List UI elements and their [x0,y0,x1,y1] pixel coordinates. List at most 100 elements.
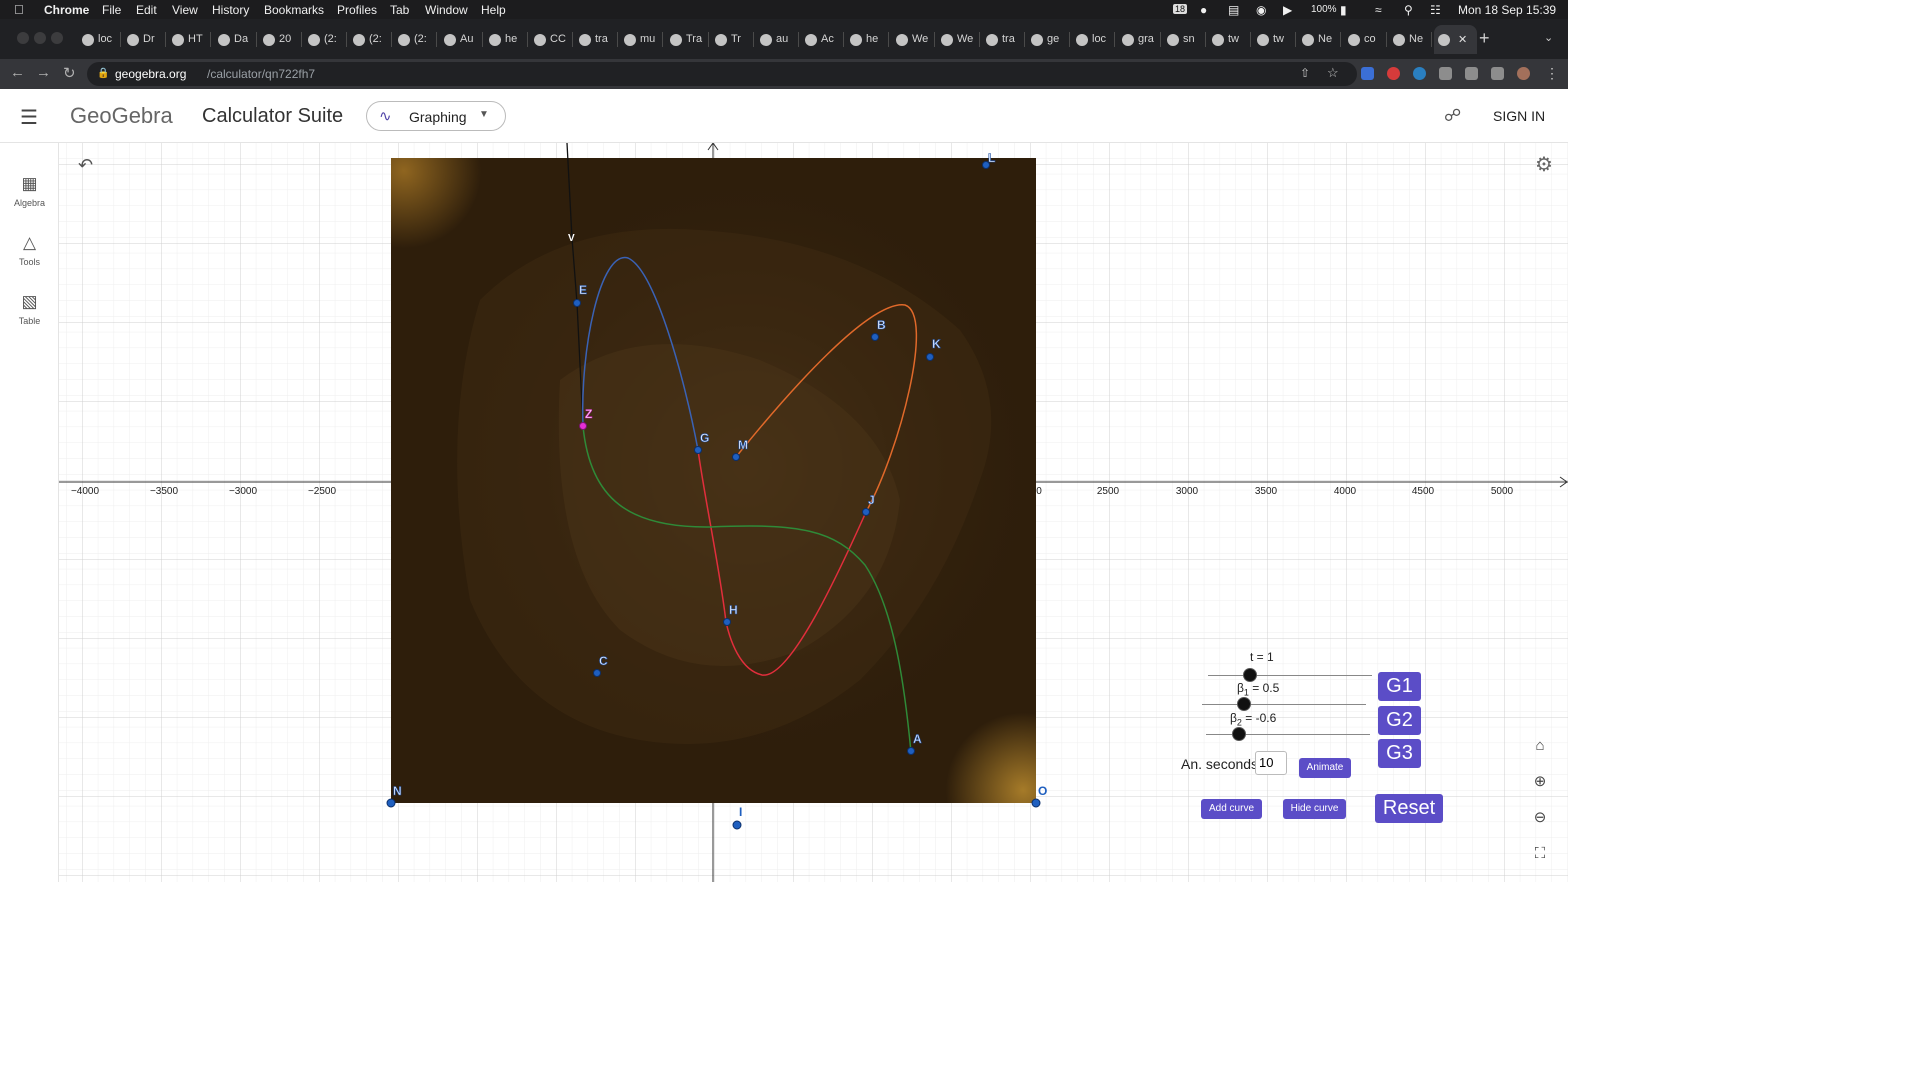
beta2-slider-track[interactable] [1206,734,1370,735]
browser-tab[interactable]: ✕ [1434,25,1477,54]
menubar-tab[interactable]: Tab [390,3,409,17]
fullscreen-icon[interactable]: ⛶ [1527,845,1553,862]
point-i[interactable] [732,820,742,830]
menubar-bookmarks[interactable]: Bookmarks [264,3,324,17]
geogebra-logo[interactable]: GeoGebra [70,103,173,129]
browser-tab[interactable]: tra [575,25,618,54]
undo-icon[interactable]: ↶ [78,155,93,176]
browser-tab[interactable]: Au [440,25,483,54]
play-status-icon[interactable]: ▶ [1283,3,1292,17]
g2-button[interactable]: G2 [1378,706,1421,735]
menubar-history[interactable]: History [212,3,249,17]
hide-curve-button[interactable]: Hide curve [1283,799,1346,819]
browser-tab[interactable]: Ne [1389,25,1432,54]
browser-tab[interactable]: Da [214,25,257,54]
browser-tab[interactable]: Tr [711,25,754,54]
browser-tab[interactable]: Ac [801,25,844,54]
browser-tab[interactable]: tra [982,25,1025,54]
zoom-in-icon[interactable]: ⊕ [1527,772,1553,790]
apple-menu-icon[interactable]:  [14,2,24,17]
menubar-profiles[interactable]: Profiles [337,3,377,17]
forward-arrow-icon[interactable]: → [36,64,51,81]
extension-icon[interactable] [1413,67,1426,80]
beta2-slider-handle[interactable] [1232,727,1246,741]
menubar-badge[interactable]: 18 [1173,4,1188,14]
point-c[interactable] [593,669,601,677]
share-icon[interactable]: ☍ [1444,106,1461,126]
sidebar-item-algebra[interactable]: ▦ Algebra [0,174,59,208]
browser-tab[interactable]: 20 [259,25,302,54]
download-icon[interactable] [1465,67,1478,80]
reset-button[interactable]: Reset [1375,794,1443,823]
animation-seconds-input[interactable]: 10 [1255,751,1287,775]
menubar-file[interactable]: File [102,3,121,17]
add-curve-button[interactable]: Add curve [1201,799,1262,819]
browser-tab[interactable]: he [846,25,889,54]
share-page-icon[interactable]: ⇧ [1300,66,1310,80]
browser-tab[interactable]: tw [1208,25,1251,54]
background-image[interactable] [391,158,1036,803]
window-close-button[interactable] [17,32,29,44]
wifi-icon[interactable]: ≈ [1375,3,1382,17]
hamburger-menu-icon[interactable]: ☰ [20,105,38,130]
menubar-app-name[interactable]: Chrome [44,3,89,17]
browser-tab[interactable]: loc [1072,25,1115,54]
animate-button[interactable]: Animate [1299,758,1351,778]
browser-tab[interactable]: tw [1253,25,1296,54]
point-k[interactable] [926,353,934,361]
sidebar-item-tools[interactable]: △ Tools [0,233,59,267]
browser-tab[interactable]: (2: [304,25,347,54]
browser-tab[interactable]: ge [1027,25,1070,54]
menubar-edit[interactable]: Edit [136,3,157,17]
status-icon[interactable]: ▤ [1228,3,1239,17]
profile-avatar[interactable] [1517,67,1530,80]
battery-icon[interactable]: ▮ [1340,3,1347,17]
browser-tab[interactable]: We [892,25,935,54]
sign-in-button[interactable]: SIGN IN [1493,108,1545,124]
status-icon[interactable]: ◉ [1256,3,1266,17]
spotlight-search-icon[interactable]: ⚲ [1404,3,1413,17]
point-o[interactable] [1031,798,1041,808]
g1-button[interactable]: G1 [1378,672,1421,701]
new-tab-icon[interactable]: + [1479,28,1490,49]
menubar-help[interactable]: Help [481,3,506,17]
gear-icon[interactable]: ⚙ [1535,152,1553,177]
browser-tab[interactable]: (2: [394,25,437,54]
browser-tab[interactable]: gra [1118,25,1161,54]
point-b[interactable] [871,333,879,341]
browser-menu-icon[interactable]: ⋮ [1545,65,1559,82]
bookmark-star-icon[interactable]: ☆ [1327,65,1339,81]
extensions-puzzle-icon[interactable] [1439,67,1452,80]
point-g[interactable] [694,446,702,454]
status-icon[interactable]: ● [1200,3,1207,17]
home-icon[interactable]: ⌂ [1527,737,1553,754]
control-center-icon[interactable]: ☷ [1430,3,1441,17]
back-arrow-icon[interactable]: ← [10,64,25,81]
point-j[interactable] [862,508,870,516]
browser-tab[interactable]: We [937,25,980,54]
beta1-slider-handle[interactable] [1237,697,1251,711]
t-slider-handle[interactable] [1243,668,1257,682]
browser-tab[interactable]: au [756,25,799,54]
point-n[interactable] [386,798,396,808]
menubar-datetime[interactable]: Mon 18 Sep 15:39 [1458,3,1556,17]
browser-tab[interactable]: Ne [1298,25,1341,54]
window-minimize-button[interactable] [34,32,46,44]
zoom-out-icon[interactable]: ⊖ [1527,808,1553,826]
browser-tab[interactable]: sn [1163,25,1206,54]
t-slider-track[interactable] [1208,675,1372,676]
browser-tab[interactable]: CC [530,25,573,54]
translate-extension-icon[interactable] [1361,67,1374,80]
app-selector-dropdown[interactable]: ∿ Graphing ▼ [366,101,506,131]
window-zoom-button[interactable] [51,32,63,44]
point-m[interactable] [732,453,740,461]
extension-icon[interactable] [1387,67,1400,80]
browser-tab[interactable]: he [485,25,528,54]
address-bar[interactable]: 🔒 geogebra.org /calculator/qn722fh7 ⇧ ☆ [87,62,1357,86]
browser-tab[interactable]: (2: [349,25,392,54]
menubar-view[interactable]: View [172,3,198,17]
browser-tab[interactable]: loc [78,25,121,54]
tab-search-chevron-icon[interactable]: ⌄ [1544,31,1553,44]
browser-tab[interactable]: mu [620,25,663,54]
browser-tab[interactable]: co [1344,25,1387,54]
